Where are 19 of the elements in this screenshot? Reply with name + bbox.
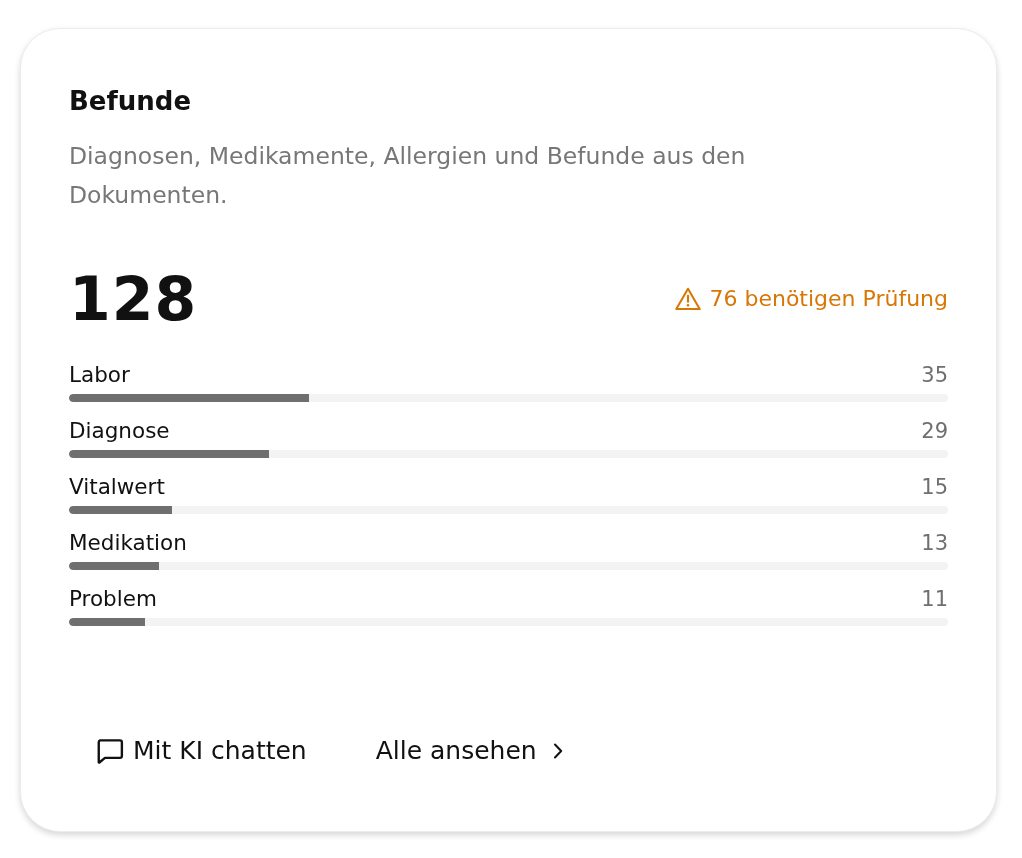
chat-bubble-icon — [95, 736, 125, 766]
category-label: Diagnose — [69, 417, 170, 445]
category-count: 11 — [921, 586, 948, 613]
total-count: 128 — [69, 263, 198, 336]
category-count: 15 — [921, 474, 948, 501]
category-label: Labor — [69, 361, 130, 389]
card-description: Diagnosen, Medikamente, Allergien und Befunde aus den Dokumenten. — [69, 141, 747, 211]
warning-icon — [675, 287, 702, 311]
view-all-button[interactable]: Alle ansehen — [349, 725, 589, 777]
category-count: 13 — [921, 530, 948, 557]
category-count: 35 — [921, 362, 948, 389]
category-label: Vitalwert — [69, 473, 165, 501]
category-count: 29 — [921, 418, 948, 445]
category-label: Problem — [69, 585, 157, 613]
chevron-right-icon — [552, 743, 563, 759]
review-notice: 76 benötigen Prüfung — [709, 285, 948, 313]
chat-button[interactable]: Mit KI chatten — [69, 725, 333, 777]
card-title: Befunde — [69, 85, 193, 117]
category-label: Medikation — [69, 529, 187, 557]
